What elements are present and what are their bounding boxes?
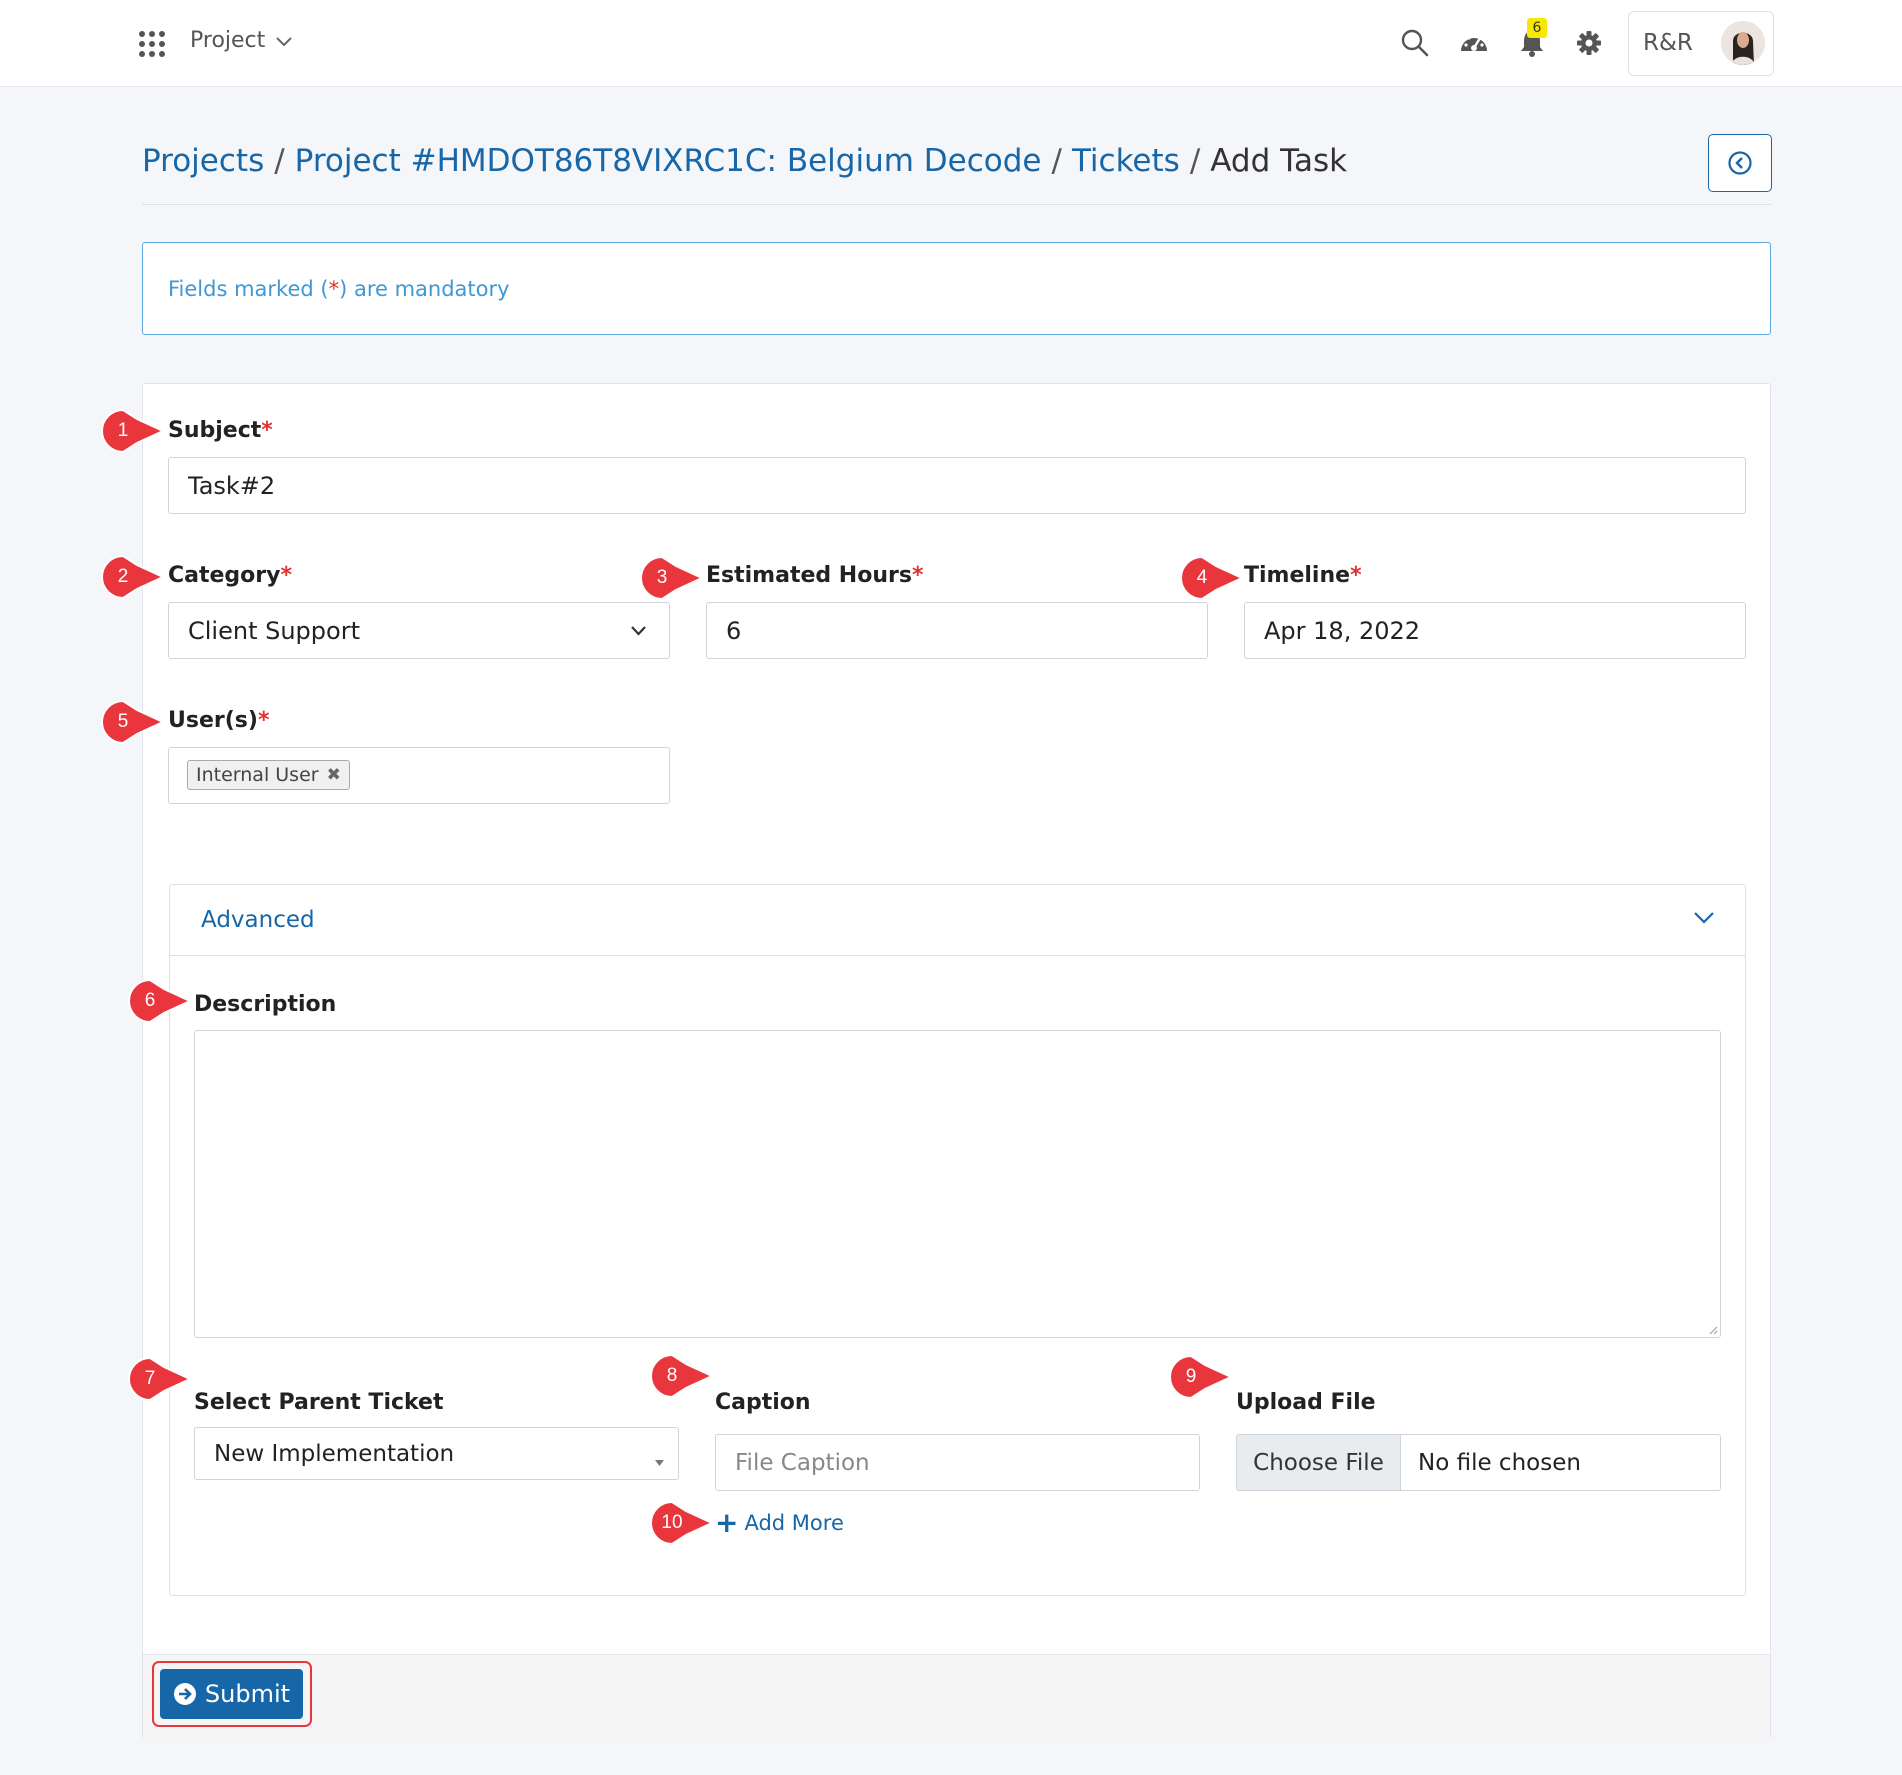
callout-marker: 8 xyxy=(650,1354,712,1398)
breadcrumb-projects-link[interactable]: Projects xyxy=(142,143,264,179)
chevron-down-icon xyxy=(1694,912,1714,924)
notification-count-badge: 6 xyxy=(1527,18,1547,38)
caption-input[interactable]: File Caption xyxy=(715,1434,1200,1491)
project-menu-label: Project xyxy=(190,28,266,53)
file-upload-input[interactable]: Choose File No file chosen xyxy=(1236,1434,1721,1491)
upload-file-label: Upload File xyxy=(1236,1390,1376,1415)
advanced-panel-title: Advanced xyxy=(201,907,315,933)
submit-label: Submit xyxy=(204,1680,291,1708)
project-menu-dropdown[interactable]: Project xyxy=(190,28,293,53)
timeline-label: Timeline* xyxy=(1244,563,1362,588)
submit-button[interactable]: Submit xyxy=(160,1669,303,1719)
callout-marker: 4 xyxy=(1180,556,1242,600)
mandatory-fields-notice: Fields marked (*) are mandatory xyxy=(142,242,1771,335)
advanced-panel-toggle[interactable]: Advanced xyxy=(170,885,1745,956)
users-multiselect[interactable]: Internal User ✖ xyxy=(168,747,670,804)
gear-icon[interactable] xyxy=(1573,27,1605,59)
description-textarea[interactable] xyxy=(194,1030,1721,1338)
arrow-right-circle-icon xyxy=(173,1683,196,1705)
add-more-label: Add More xyxy=(744,1511,844,1535)
category-selected-value: Client Support xyxy=(188,616,360,645)
user-tag-label: Internal User xyxy=(196,764,319,786)
callout-marker: 3 xyxy=(640,556,702,600)
parent-ticket-label: Select Parent Ticket xyxy=(194,1390,444,1415)
choose-file-button[interactable]: Choose File xyxy=(1237,1435,1401,1490)
add-task-form: Subject* Task#2 Category* Client Support… xyxy=(142,383,1771,1739)
category-select[interactable]: Client Support xyxy=(168,602,670,659)
submit-highlight-box: Submit xyxy=(152,1661,312,1727)
callout-marker: 2 xyxy=(101,555,163,599)
divider xyxy=(142,204,1771,205)
callout-marker: 7 xyxy=(128,1357,190,1401)
callout-marker: 6 xyxy=(128,979,190,1023)
notice-text: Fields marked (*) are mandatory xyxy=(168,277,510,301)
subject-input[interactable]: Task#2 xyxy=(168,457,1746,514)
category-label: Category* xyxy=(168,563,292,588)
callout-marker: 9 xyxy=(1169,1355,1231,1399)
user-tag: Internal User ✖ xyxy=(187,760,350,790)
parent-ticket-selected-value: New Implementation xyxy=(214,1440,455,1467)
breadcrumb: Projects / Project #HMDOT86T8VIXRC1C: Belg… xyxy=(142,143,1348,179)
chevron-down-icon xyxy=(631,625,646,636)
chevron-left-circle-icon xyxy=(1728,151,1752,175)
users-label: User(s)* xyxy=(168,708,270,733)
resize-handle-icon[interactable] xyxy=(1708,1325,1718,1335)
user-name-label: R&R xyxy=(1643,30,1693,56)
subject-label: Subject* xyxy=(168,418,273,443)
callout-marker: 1 xyxy=(101,409,163,453)
file-status-text: No file chosen xyxy=(1418,1449,1581,1476)
remove-tag-icon[interactable]: ✖ xyxy=(327,765,341,785)
top-navbar: Project 6 R&R xyxy=(0,0,1902,87)
breadcrumb-tickets-link[interactable]: Tickets xyxy=(1072,143,1180,179)
avatar xyxy=(1721,21,1765,65)
apps-grid-icon[interactable] xyxy=(139,31,165,57)
timeline-date-input[interactable]: Apr 18, 2022 xyxy=(1244,602,1746,659)
add-more-link[interactable]: + Add More xyxy=(715,1506,844,1539)
estimated-hours-label: Estimated Hours* xyxy=(706,563,924,588)
plus-icon: + xyxy=(715,1506,739,1539)
estimated-hours-input[interactable]: 6 xyxy=(706,602,1208,659)
caret-down-icon xyxy=(655,1460,664,1466)
callout-marker: 5 xyxy=(101,700,163,744)
dashboard-gauge-icon[interactable] xyxy=(1458,27,1490,59)
search-icon[interactable] xyxy=(1399,27,1431,59)
breadcrumb-current: Add Task xyxy=(1210,143,1348,179)
form-footer: Submit xyxy=(143,1654,1770,1739)
description-label: Description xyxy=(194,992,337,1017)
caption-label: Caption xyxy=(715,1390,811,1415)
parent-ticket-select[interactable]: New Implementation xyxy=(194,1427,679,1480)
advanced-panel: Advanced Description Select Parent Ticke… xyxy=(169,884,1746,1596)
callout-marker: 10 xyxy=(650,1501,712,1545)
breadcrumb-project-link[interactable]: Project #HMDOT86T8VIXRC1C: Belgium Decod… xyxy=(295,143,1042,179)
back-button[interactable] xyxy=(1708,134,1772,192)
chevron-down-icon xyxy=(276,36,292,46)
user-menu[interactable]: R&R xyxy=(1628,11,1774,76)
